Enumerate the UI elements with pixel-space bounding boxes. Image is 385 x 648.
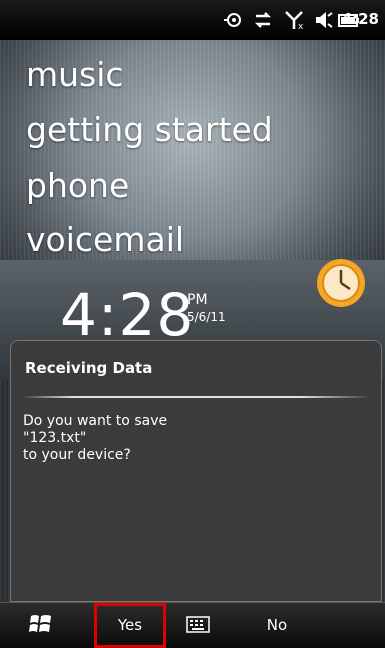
home-clock-date: 5/6/11	[187, 310, 226, 324]
receiving-data-dialog: Receiving Data Do you want to save "123.…	[10, 340, 382, 602]
status-bar[interactable]: x 4:28	[0, 0, 385, 40]
speaker-icon	[314, 10, 334, 30]
no-button[interactable]: No	[252, 603, 302, 648]
yes-button[interactable]: Yes	[94, 603, 166, 648]
svg-text:x: x	[298, 22, 304, 30]
dialog-divider	[21, 396, 371, 398]
softkey-bar: Yes No	[0, 602, 385, 648]
keyboard-icon[interactable]	[186, 616, 210, 633]
signal-off-icon: x	[284, 10, 306, 32]
gps-icon	[224, 10, 242, 30]
menu-item-getting-started[interactable]: getting started	[26, 110, 273, 150]
dialog-title: Receiving Data	[25, 359, 153, 377]
data-sync-icon	[252, 10, 274, 30]
menu-item-phone[interactable]: phone	[26, 166, 129, 206]
windows-start-icon[interactable]	[28, 612, 54, 636]
home-clock-ampm: PM	[187, 292, 208, 308]
status-time: 4:28	[341, 10, 379, 28]
menu-item-music[interactable]: music	[26, 55, 124, 95]
alarm-clock-icon[interactable]	[315, 257, 367, 309]
dialog-message: Do you want to save "123.txt" to your de…	[23, 413, 168, 463]
home-clock-time: 4:28	[60, 281, 195, 349]
menu-item-voicemail[interactable]: voicemail	[26, 220, 184, 260]
